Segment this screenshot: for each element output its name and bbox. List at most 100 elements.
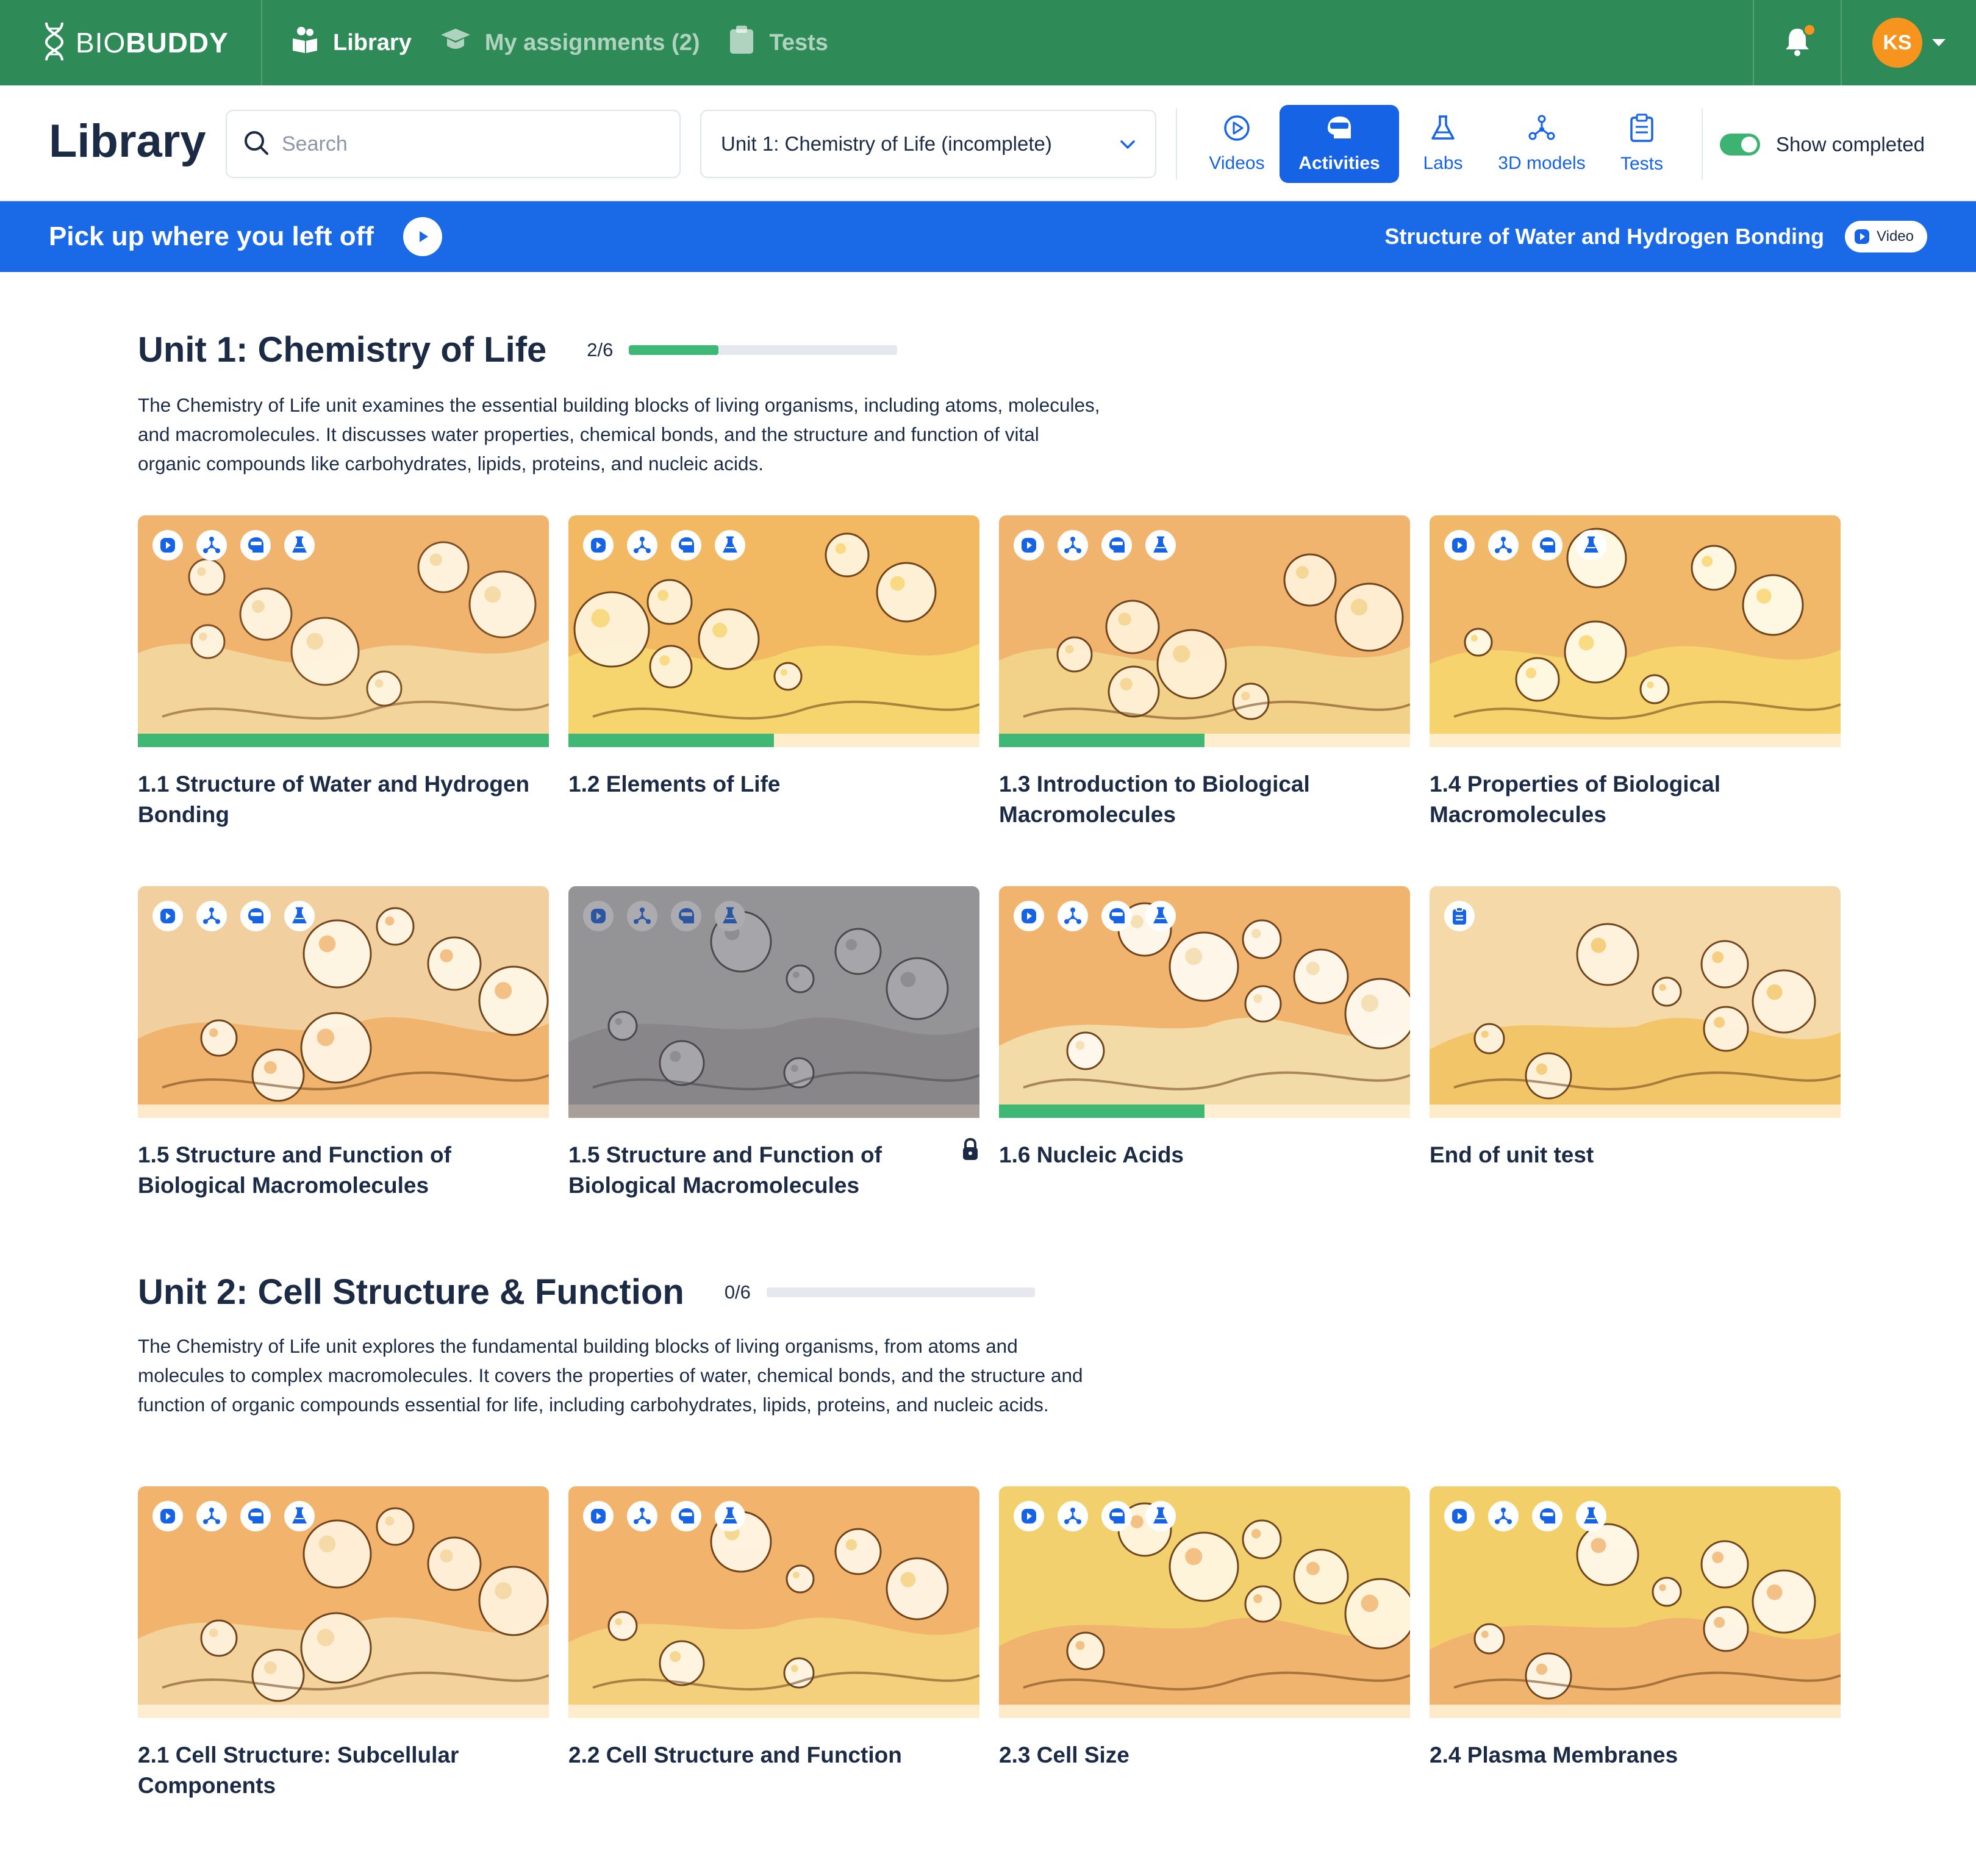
nav-assignments-label: My assignments (2) (484, 29, 700, 55)
lab-icon (715, 1501, 745, 1531)
unit-select[interactable]: Unit 1: Chemistry of Life (incomplete) (700, 110, 1156, 178)
lesson-title: 1.3 Introduction to Biological Macromole… (999, 772, 1310, 827)
lab-icon (1576, 530, 1606, 560)
unit-progress-count: 2/6 (587, 338, 614, 360)
lesson-card[interactable]: 2.3 Cell Size (999, 1486, 1410, 1770)
test-icon (1444, 901, 1475, 931)
lesson-thumbnail (1430, 886, 1841, 1118)
filter-videos[interactable]: Videos (1199, 105, 1275, 183)
resume-banner[interactable]: Pick up where you left off Structure of … (0, 201, 1976, 272)
lesson-progress-bar (1430, 734, 1841, 747)
model-icon (627, 530, 657, 560)
lesson-progress-fill (999, 734, 1205, 747)
video-icon (1444, 1501, 1475, 1531)
activity-icon (1101, 530, 1132, 560)
lesson-card[interactable]: 2.2 Cell Structure and Function (568, 1486, 979, 1770)
lesson-card[interactable]: End of unit test (1430, 886, 1841, 1170)
lesson-progress-bar (568, 734, 979, 747)
lesson-progress-bar (1430, 1705, 1841, 1718)
lesson-card[interactable]: 1.5 Structure and Function of Biological… (138, 886, 549, 1201)
search-box[interactable] (226, 110, 681, 178)
lesson-thumbnail (999, 886, 1410, 1118)
search-icon (243, 129, 270, 159)
lesson-card[interactable]: 1.1 Structure of Water and Hydrogen Bond… (138, 515, 549, 830)
lesson-card[interactable]: 1.4 Properties of Biological Macromolecu… (1430, 515, 1841, 830)
lesson-thumbnail (999, 515, 1410, 747)
filter-activities[interactable]: Activities (1280, 105, 1399, 183)
activity-icon (1532, 530, 1563, 560)
lesson-card-locked[interactable]: 1.5 Structure and Function of Biological… (568, 886, 979, 1201)
video-icon (1855, 229, 1870, 244)
activity-icon (671, 901, 701, 931)
lesson-thumbnail (568, 1486, 979, 1718)
activity-icon (671, 1501, 701, 1531)
filter-3d-models[interactable]: 3D models (1491, 105, 1593, 183)
resume-play-button[interactable] (403, 217, 442, 256)
model-icon (627, 901, 657, 931)
lesson-progress-fill (568, 734, 774, 747)
model-icon (196, 530, 227, 560)
library-icon (290, 25, 320, 60)
avatar: KS (1872, 18, 1922, 68)
filter-tests-label: Tests (1620, 154, 1664, 174)
lesson-thumbnail (138, 515, 549, 747)
filter-videos-label: Videos (1209, 153, 1265, 173)
top-navigation: BIOBUDDY Library My assignments (2) Test… (0, 0, 1976, 85)
model-icon (1058, 1501, 1088, 1531)
activity-icon (240, 901, 271, 931)
show-completed-control: Show completed (1720, 133, 1925, 156)
content-type-icons (152, 530, 315, 560)
lesson-progress-bar (138, 734, 549, 747)
lesson-progress-fill (138, 734, 549, 747)
search-input[interactable] (282, 132, 648, 156)
filter-3d-models-label: 3D models (1498, 153, 1586, 173)
show-completed-toggle[interactable] (1720, 134, 1760, 156)
nav-library[interactable]: Library (290, 0, 412, 85)
lesson-progress-bar (568, 1104, 979, 1118)
content-type-icons (1014, 530, 1176, 560)
lesson-title: 2.4 Plasma Membranes (1430, 1742, 1678, 1767)
nav-tests-label: Tests (769, 29, 828, 55)
video-icon (152, 530, 183, 560)
lesson-progress-fill (999, 1104, 1205, 1118)
video-icon (583, 901, 614, 931)
lesson-progress-bar (1430, 1104, 1841, 1118)
nav-my-assignments[interactable]: My assignments (2) (440, 0, 700, 85)
activity-icon (240, 530, 271, 560)
lesson-card[interactable]: 1.6 Nucleic Acids (999, 886, 1410, 1170)
lesson-title: 1.6 Nucleic Acids (999, 1142, 1184, 1167)
brand-name: BIOBUDDY (76, 27, 229, 59)
brand-logo[interactable]: BIOBUDDY (0, 0, 262, 85)
user-menu[interactable]: KS (1841, 0, 1976, 85)
dna-icon (44, 21, 65, 65)
filter-tests[interactable]: Tests (1613, 105, 1671, 183)
video-icon (152, 1501, 183, 1531)
toolbar-divider (1702, 109, 1703, 179)
activity-icon (1324, 114, 1355, 147)
lab-icon (715, 530, 745, 560)
video-icon (1014, 901, 1044, 931)
lesson-title: 1.1 Structure of Water and Hydrogen Bond… (138, 772, 530, 827)
unit-title: Unit 1: Chemistry of Life (138, 330, 547, 370)
lesson-card[interactable]: 2.4 Plasma Membranes (1430, 1486, 1841, 1770)
video-icon (583, 530, 614, 560)
content-type-icons (583, 530, 745, 560)
nav-tests[interactable]: Tests (728, 0, 828, 85)
lab-icon (715, 901, 745, 931)
lesson-thumbnail (1430, 1486, 1841, 1718)
lesson-card[interactable]: 2.1 Cell Structure: Subcellular Componen… (138, 1486, 549, 1801)
notifications-button[interactable] (1753, 0, 1841, 85)
filter-labs[interactable]: Labs (1414, 105, 1472, 183)
content-type-icons (1444, 530, 1606, 560)
activity-icon (671, 530, 701, 560)
model-icon (627, 1501, 657, 1531)
lesson-card[interactable]: 1.2 Elements of Life (568, 515, 979, 800)
graduation-cap-icon (440, 26, 471, 59)
lesson-title: 1.5 Structure and Function of Biological… (138, 1142, 451, 1198)
lesson-card[interactable]: 1.3 Introduction to Biological Macromole… (999, 515, 1410, 830)
model-icon (1058, 530, 1088, 560)
play-icon (419, 231, 428, 242)
lesson-title: 1.4 Properties of Biological Macromolecu… (1430, 772, 1721, 827)
unit-select-value: Unit 1: Chemistry of Life (incomplete) (721, 132, 1052, 155)
lab-icon (1145, 530, 1176, 560)
